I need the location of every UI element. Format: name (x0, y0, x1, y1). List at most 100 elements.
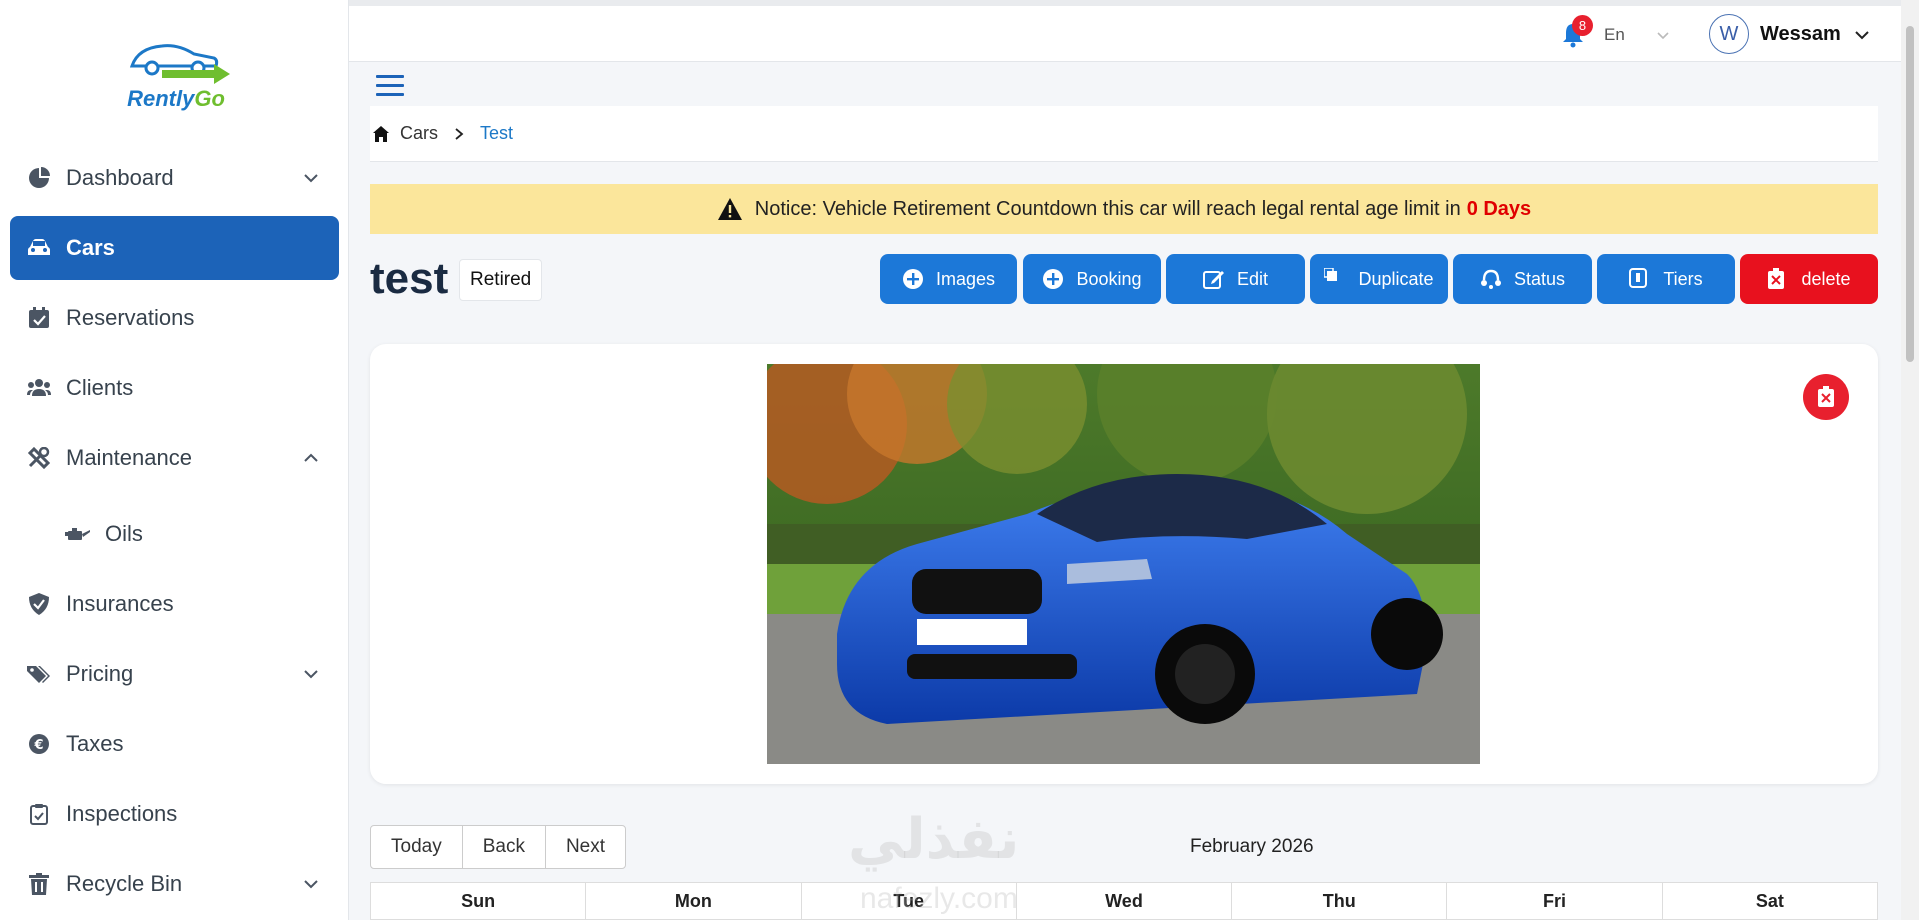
images-button-label: Images (935, 268, 996, 289)
chevron-down-icon (304, 880, 318, 889)
status-badge: Retired (459, 259, 543, 301)
shield-check-icon (26, 591, 52, 617)
calendar-back-button[interactable]: Back (463, 826, 546, 868)
duplicate-button[interactable]: Duplicate (1310, 254, 1448, 304)
car-photo[interactable] (767, 364, 1480, 764)
tiers-button[interactable]: Tiers (1597, 254, 1735, 304)
delete-button[interactable]: delete (1740, 254, 1878, 304)
chevron-down-icon (304, 670, 318, 679)
app-logo[interactable]: RentlyGo (118, 34, 234, 118)
status-button-label: Status (1513, 268, 1566, 289)
sidebar-item-insurances[interactable]: Insurances (10, 572, 339, 636)
edit-icon (1202, 268, 1225, 290)
car-logo-icon (129, 44, 230, 84)
sidebar-item-label: Oils (105, 521, 143, 546)
user-name[interactable]: Wessam (1760, 23, 1841, 46)
watermark-arabic: نفذلي (848, 807, 1020, 870)
sidebar-item-clients[interactable]: Clients (10, 356, 339, 420)
tags-icon (26, 661, 52, 687)
calendar-header: Sun Mon Tue Wed Thu Fri Sat (370, 882, 1878, 920)
edit-button[interactable]: Edit (1166, 254, 1305, 304)
logo-text: RentlyGo (127, 86, 225, 111)
sidebar-item-label: Insurances (66, 591, 174, 616)
plus-circle-icon (902, 268, 924, 290)
trash-icon (1767, 268, 1789, 290)
calendar-day-header: Wed (1017, 883, 1233, 919)
scrollbar-thumb[interactable] (1906, 26, 1914, 362)
tiers-button-label: Tiers (1663, 268, 1703, 289)
sidebar-item-label: Clients (66, 375, 134, 400)
delete-button-label: delete (1801, 268, 1851, 289)
sidebar-item-taxes[interactable]: € Taxes (10, 712, 339, 776)
tiers-icon (1629, 268, 1651, 290)
warning-icon (717, 198, 742, 220)
chevron-down-icon[interactable] (1656, 28, 1670, 42)
sidebar-item-pricing[interactable]: Pricing (10, 642, 339, 706)
sidebar-item-dashboard[interactable]: Dashboard (10, 146, 339, 210)
sidebar: RentlyGo Dashboard Cars Reservations Cli… (0, 0, 349, 920)
breadcrumb-current: Test (480, 123, 514, 143)
sidebar-item-oils[interactable]: Oils (10, 502, 339, 566)
sidebar-item-maintenance[interactable]: Maintenance (10, 426, 339, 490)
sidebar-item-label: Reservations (66, 305, 195, 330)
language-selector[interactable]: En (1604, 25, 1625, 45)
chevron-up-icon (304, 453, 318, 462)
page-title: test (370, 254, 449, 303)
calendar-day-header: Sat (1755, 891, 1784, 911)
booking-button-label: Booking (1076, 268, 1142, 289)
network-icon (1480, 268, 1502, 290)
calendar-day-header: Thu (1232, 883, 1448, 919)
sidebar-item-label: Cars (66, 235, 115, 260)
euro-icon: € (26, 731, 52, 757)
sidebar-item-label: Inspections (66, 801, 178, 826)
calendar-next-button[interactable]: Next (546, 826, 625, 868)
sidebar-item-label: Pricing (66, 661, 134, 686)
chevron-down-icon (304, 174, 318, 183)
copy-icon (1324, 268, 1346, 290)
oil-can-icon (65, 521, 91, 547)
chevron-down-icon[interactable] (1853, 26, 1871, 44)
sidebar-item-recycle-bin[interactable]: Recycle Bin (10, 852, 339, 916)
sidebar-item-reservations[interactable]: Reservations (10, 286, 339, 350)
images-button[interactable]: Images (880, 254, 1017, 304)
calendar-day-header: Fri (1447, 883, 1663, 919)
calendar-nav: Today Back Next (370, 825, 627, 869)
calendar-day-header: Mon (586, 883, 802, 919)
menu-toggle-icon[interactable] (376, 75, 404, 97)
sidebar-item-label: Taxes (66, 731, 124, 756)
home-icon[interactable] (372, 125, 390, 143)
booking-button[interactable]: Booking (1023, 254, 1161, 304)
car-icon (26, 235, 52, 261)
sidebar-item-label: Maintenance (66, 445, 192, 470)
notification-count-badge: 8 (1572, 15, 1593, 36)
edit-button-label: Edit (1236, 268, 1269, 289)
avatar[interactable]: W (1709, 14, 1749, 54)
calendar-day-header: Sun (371, 883, 587, 919)
calendar-month-label: February 2026 (1190, 836, 1314, 857)
duplicate-button-label: Duplicate (1358, 268, 1434, 289)
watermark-site: nafezly.com (860, 882, 1018, 915)
sidebar-item-cars[interactable]: Cars (10, 216, 339, 280)
tools-icon (26, 445, 52, 471)
trash-icon (1818, 386, 1834, 407)
status-button[interactable]: Status (1453, 254, 1592, 304)
sidebar-item-label: Recycle Bin (66, 871, 183, 896)
retirement-notice-banner: Notice: Vehicle Retirement Countdown thi… (370, 184, 1878, 234)
svg-text:€: € (33, 738, 43, 753)
page-scrollbar[interactable] (1901, 0, 1919, 920)
breadcrumb: Cars Test (370, 106, 1878, 162)
plus-circle-icon (1042, 268, 1064, 290)
clipboard-check-icon (26, 801, 52, 827)
notice-text: Notice: Vehicle Retirement Countdown thi… (754, 197, 1461, 220)
users-icon (26, 375, 52, 401)
calendar-check-icon (26, 305, 52, 331)
sidebar-item-inspections[interactable]: Inspections (10, 782, 339, 846)
sidebar-item-label: Dashboard (66, 165, 174, 190)
breadcrumb-cars-link[interactable]: Cars (400, 123, 438, 144)
delete-image-button[interactable] (1803, 374, 1849, 420)
notice-days: 0 Days (1466, 197, 1532, 220)
pie-chart-icon (26, 165, 52, 191)
chevron-right-icon (455, 127, 464, 140)
trash-icon (26, 871, 52, 897)
calendar-today-button[interactable]: Today (371, 826, 463, 868)
